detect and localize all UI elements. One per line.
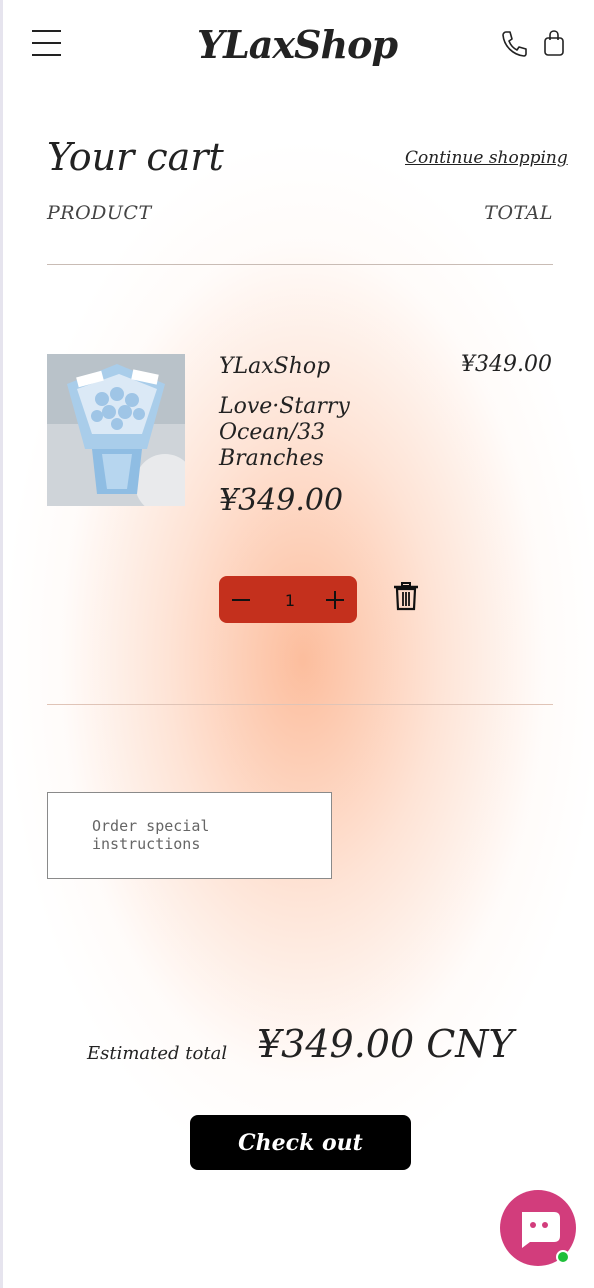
- product-price: ¥349.00: [219, 483, 344, 518]
- quantity-stepper: [219, 576, 357, 625]
- estimated-total-value: ¥349.00 CNY: [257, 1022, 514, 1066]
- cart-title: Your cart: [47, 135, 224, 179]
- items-divider: [47, 704, 553, 705]
- header-divider: [47, 264, 553, 265]
- line-total: ¥349.00: [461, 352, 552, 377]
- decrease-quantity-button[interactable]: [219, 576, 263, 623]
- continue-shopping-link[interactable]: Continue shopping: [405, 148, 568, 168]
- estimated-total-label: Estimated total: [87, 1043, 228, 1064]
- phone-icon[interactable]: [500, 29, 528, 59]
- page-background: [0, 0, 594, 1288]
- trash-icon: [394, 582, 418, 611]
- online-status-dot: [556, 1250, 570, 1264]
- product-image[interactable]: [47, 354, 185, 506]
- column-header-product: PRODUCT: [47, 202, 152, 224]
- product-vendor: YLaxShop: [219, 354, 331, 379]
- column-header-total: TOTAL: [484, 202, 553, 224]
- checkout-button[interactable]: Check out: [190, 1115, 411, 1170]
- chat-widget-button[interactable]: [500, 1190, 576, 1266]
- order-instructions-input[interactable]: [47, 792, 332, 879]
- bag-icon[interactable]: [543, 29, 565, 57]
- product-name-link[interactable]: Love·Starry Ocean/33 Branches: [219, 394, 379, 472]
- remove-item-button[interactable]: [393, 581, 419, 611]
- increase-quantity-button[interactable]: [313, 576, 357, 623]
- quantity-input[interactable]: [263, 576, 317, 625]
- minus-icon: [232, 599, 250, 601]
